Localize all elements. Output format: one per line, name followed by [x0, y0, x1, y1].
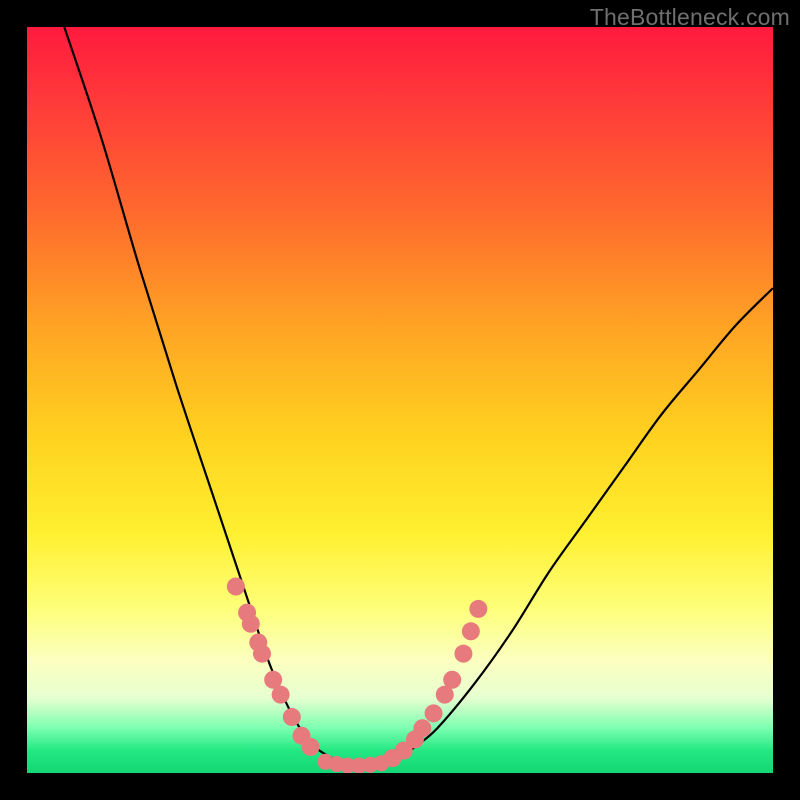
data-dot	[227, 578, 245, 596]
data-dot	[454, 645, 472, 663]
chart-frame: TheBottleneck.com	[0, 0, 800, 800]
data-dot	[242, 615, 260, 633]
curve-svg	[27, 27, 773, 773]
plot-area	[27, 27, 773, 773]
data-dot	[272, 686, 290, 704]
data-dot	[283, 708, 301, 726]
data-dot	[425, 704, 443, 722]
data-dot	[413, 719, 431, 737]
data-dot	[301, 738, 319, 756]
bottleneck-curve	[64, 27, 773, 766]
data-dot	[469, 600, 487, 618]
data-dot	[373, 755, 389, 771]
data-dots	[227, 578, 487, 774]
data-dot	[253, 645, 271, 663]
data-dot	[462, 622, 480, 640]
watermark-text: TheBottleneck.com	[590, 4, 790, 31]
data-dot	[443, 671, 461, 689]
